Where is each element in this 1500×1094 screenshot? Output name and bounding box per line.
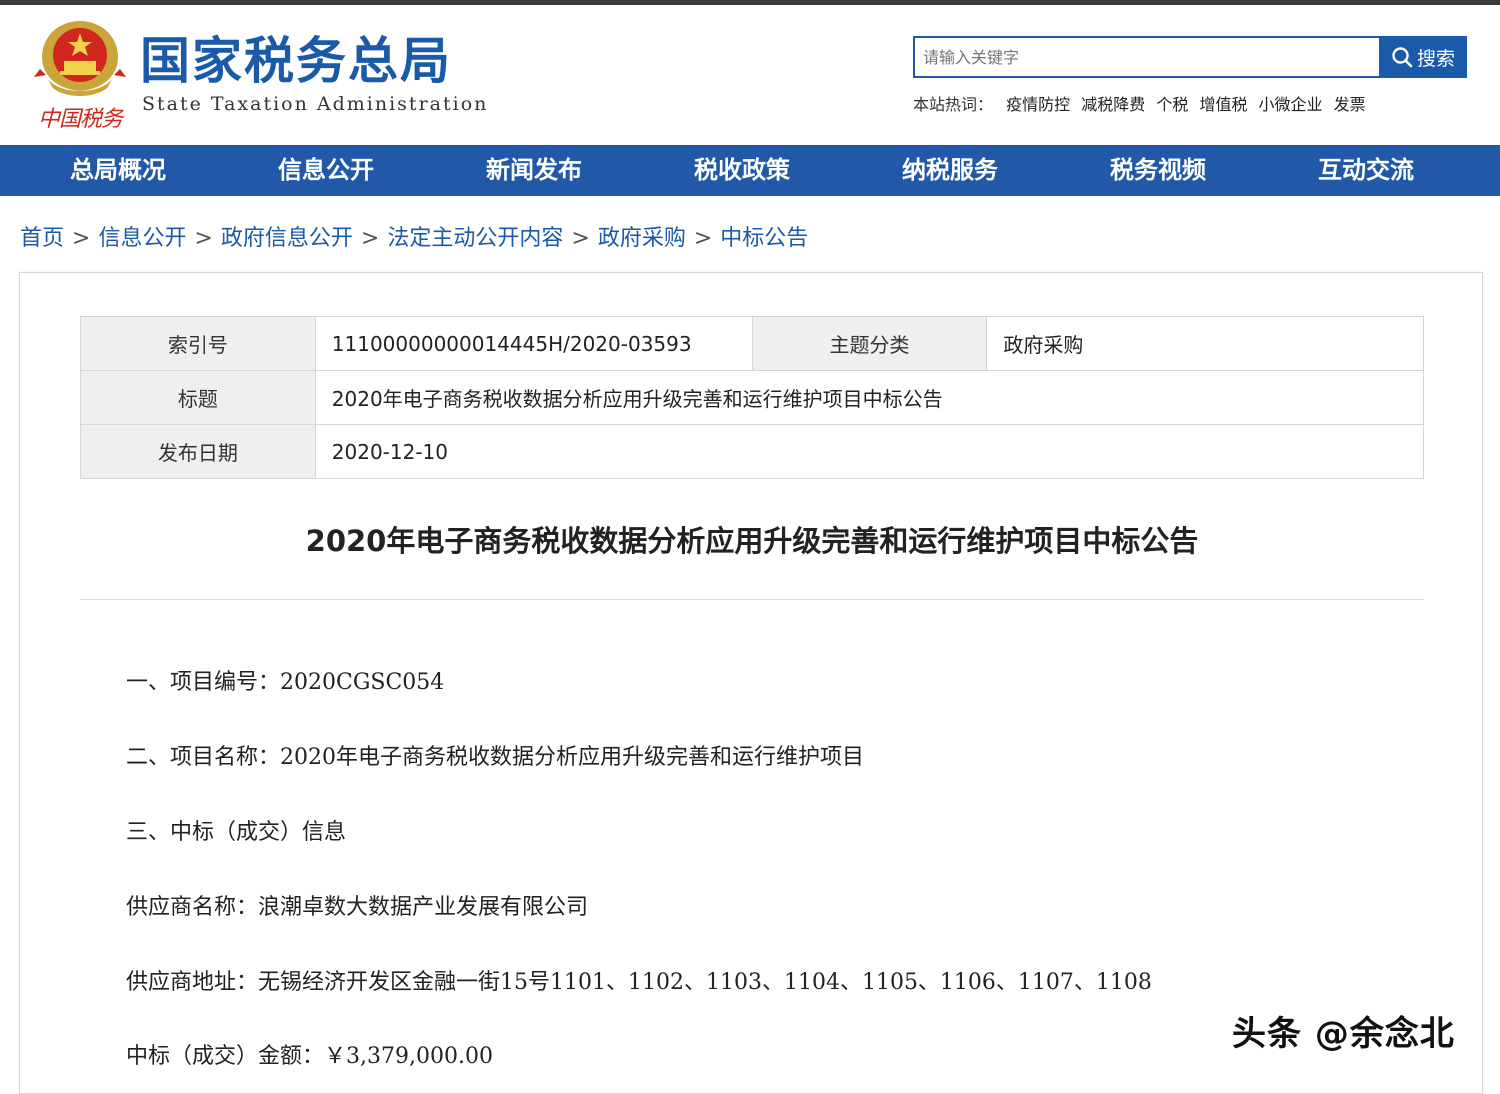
breadcrumb-separator: > <box>693 226 713 251</box>
main-nav: 总局概况 信息公开 新闻发布 税收政策 纳税服务 税务视频 互动交流 <box>0 145 1500 196</box>
divider <box>80 599 1424 600</box>
nav-item-tax-video[interactable]: 税务视频 <box>1110 145 1206 196</box>
breadcrumb-link[interactable]: 信息公开 <box>98 226 186 251</box>
category-value: 政府采购 <box>986 316 1424 371</box>
search-button[interactable]: 搜索 <box>1379 36 1467 78</box>
hot-word-link[interactable]: 疫情防控 <box>1006 95 1070 114</box>
national-emblem-icon <box>34 21 126 96</box>
paragraph-project-number: 一、项目编号：2020CGSC054 <box>126 670 445 695</box>
breadcrumb: 首页 > 信息公开 > 政府信息公开 > 法定主动公开内容 > 政府采购 > 中标公告 <box>20 220 808 252</box>
index-value: 11100000000014445H/2020-03593 <box>314 316 753 371</box>
nav-item-info-disclosure[interactable]: 信息公开 <box>278 145 374 196</box>
nav-item-interaction[interactable]: 互动交流 <box>1318 145 1414 196</box>
meta-table: 索引号 11100000000014445H/2020-03593 主题分类 政… <box>80 316 1425 479</box>
paragraph-award-info-heading: 三、中标（成交）信息 <box>126 820 347 845</box>
nav-item-tax-policy[interactable]: 税收政策 <box>694 145 790 196</box>
seal-logo: 中国税务 <box>38 107 123 132</box>
breadcrumb-separator: > <box>571 226 590 251</box>
index-label: 索引号 <box>80 316 316 371</box>
nav-item-overview[interactable]: 总局概况 <box>70 145 166 196</box>
table-row: 发布日期 2020-12-10 <box>80 424 1425 479</box>
breadcrumb-link[interactable]: 法定主动公开内容 <box>387 226 563 251</box>
hot-word-link[interactable]: 减税降费 <box>1081 95 1145 114</box>
site-name-cn: 国家税务总局 <box>140 32 452 90</box>
breadcrumb-separator: > <box>72 226 91 251</box>
hot-word-link[interactable]: 增值税 <box>1199 95 1247 114</box>
paragraph-supplier-name: 供应商名称：浪潮卓数大数据产业发展有限公司 <box>126 895 589 920</box>
search-input[interactable] <box>913 36 1381 78</box>
site-header: 中国税务 国家税务总局 State Taxation Administratio… <box>0 5 1500 145</box>
hot-word-link[interactable]: 个税 <box>1156 95 1188 114</box>
paragraph-supplier-address: 供应商地址：无锡经济开发区金融一街15号1101、1102、1103、1104、… <box>126 970 1152 995</box>
nav-item-taxpayer-service[interactable]: 纳税服务 <box>902 145 998 196</box>
paragraph-award-amount: 中标（成交）金额：￥3,379,000.00 <box>126 1044 493 1069</box>
hot-word-link[interactable]: 发票 <box>1334 95 1366 114</box>
breadcrumb-link[interactable]: 政府信息公开 <box>221 226 353 251</box>
site-name-en: State Taxation Administration <box>142 93 489 115</box>
category-label: 主题分类 <box>751 316 988 371</box>
date-label: 发布日期 <box>80 424 316 479</box>
search-button-label: 搜索 <box>1416 47 1455 70</box>
table-row: 标题 2020年电子商务税收数据分析应用升级完善和运行维护项目中标公告 <box>80 370 1425 425</box>
hot-word-link[interactable]: 小微企业 <box>1259 95 1323 114</box>
table-row: 索引号 11100000000014445H/2020-03593 主题分类 政… <box>80 316 1424 371</box>
breadcrumb-current[interactable]: 中标公告 <box>720 226 808 251</box>
breadcrumb-separator: > <box>360 226 380 251</box>
date-value: 2020-12-10 <box>314 424 1425 479</box>
paragraph-project-name: 二、项目名称：2020年电子商务税收数据分析应用升级完善和运行维护项目 <box>126 745 864 770</box>
watermark: 头条 @余念北 <box>1232 1014 1455 1054</box>
title-label: 标题 <box>80 370 316 425</box>
nav-item-news[interactable]: 新闻发布 <box>486 145 582 196</box>
breadcrumb-link[interactable]: 政府采购 <box>598 226 686 251</box>
breadcrumb-separator: > <box>194 226 213 251</box>
title-value: 2020年电子商务税收数据分析应用升级完善和运行维护项目中标公告 <box>314 370 1425 425</box>
hot-words: 本站热词： 疫情防控 减税降费 个税 增值税 小微企业 发票 <box>913 91 1372 115</box>
breadcrumb-link[interactable]: 首页 <box>20 226 64 251</box>
search-icon <box>1392 47 1413 68</box>
hot-words-label: 本站热词： <box>913 95 994 114</box>
article-title: 2020年电子商务税收数据分析应用升级完善和运行维护项目中标公告 <box>305 524 1199 558</box>
